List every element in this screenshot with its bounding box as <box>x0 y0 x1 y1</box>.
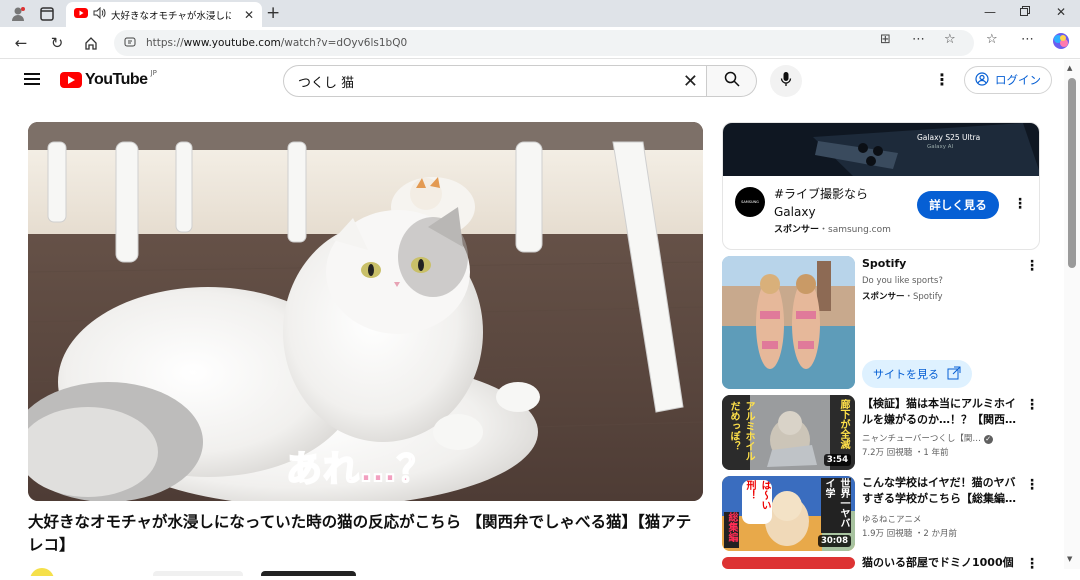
tab-title: 大好きなオモチャが水浸しになっ <box>111 10 231 22</box>
recommendation-title[interactable]: 【検証】猫は本当にアルミホイルを嫌がるのか…！？【関西… <box>862 396 1022 428</box>
video-caption: あれ…？ <box>285 448 435 491</box>
youtube-header: YouTube JP つくし 猫 ✕ ⋮ ログイン <box>0 60 1064 102</box>
sponsored-thumbnail[interactable] <box>722 256 855 389</box>
recommendation-thumbnail[interactable]: 総集編 は〜い刑！ 世界一ヤバイ学 30:08 <box>722 476 855 551</box>
extensions-icon[interactable]: ⋯ <box>912 32 925 47</box>
new-tab-icon[interactable]: + <box>266 3 280 23</box>
refresh-icon[interactable]: ↻ <box>46 33 68 53</box>
menu-icon[interactable] <box>24 73 40 85</box>
sponsored-sponsor: スポンサー・Spotify <box>862 290 943 302</box>
account-icon <box>975 71 989 89</box>
search-input[interactable]: つくし 猫 ✕ <box>283 65 707 97</box>
search-bar: つくし 猫 ✕ <box>283 65 757 97</box>
thumb-text-mid: は〜い刑！ <box>742 480 772 524</box>
thumb-text-right: 世界一ヤバイ学 <box>821 478 851 533</box>
settings-more-icon[interactable]: ⋯ <box>1021 32 1034 47</box>
recommendation-title[interactable]: 猫のいる部屋でドミノ1000個並 <box>862 555 1022 569</box>
app-available-icon[interactable]: ⊞ <box>880 32 891 47</box>
recommendation-thumbnail[interactable]: アルミホイル だめっぽ？ 廊下が全滅 3:54 <box>722 395 855 470</box>
video-duration: 3:54 <box>823 454 851 466</box>
recommendation-thumbnail[interactable] <box>722 557 855 569</box>
video-title: 大好きなオモチャが水浸しになっていた時の猫の反応がこちら 【関西弁でしゃべる猫】… <box>28 513 692 554</box>
recommendation-meta: 1.9万 回視聴 ・2 か月前 <box>862 529 958 539</box>
url-field[interactable]: https://www.youtube.com/watch?v=dOyv6ls1… <box>114 30 974 56</box>
ad-banner-title: Galaxy S25 Ultra <box>917 133 981 142</box>
voice-search-button[interactable] <box>770 65 802 97</box>
tab-close-icon[interactable]: ✕ <box>244 8 254 22</box>
logo-text: YouTube <box>85 71 148 88</box>
samsung-logo[interactable]: SAMSUNG <box>735 187 765 217</box>
sponsored-title[interactable]: Spotify <box>862 257 906 270</box>
sponsored-sponsor-name: ・Spotify <box>904 292 943 302</box>
tab-actions-icon[interactable] <box>37 4 57 24</box>
favorites-icon[interactable]: ☆ <box>986 32 998 47</box>
video-player[interactable]: あれ…？ <box>28 122 703 501</box>
ad-banner-subtitle: Galaxy AI <box>927 144 954 150</box>
clear-search-icon[interactable]: ✕ <box>683 71 698 92</box>
thumb-text-right: 廊下が全滅 <box>838 399 849 449</box>
recommendation-more-icon[interactable]: ⋮ <box>1025 556 1039 569</box>
back-icon[interactable]: ← <box>10 33 32 53</box>
search-query: つくし 猫 <box>298 75 355 91</box>
more-options-icon[interactable]: ⋮ <box>934 70 950 89</box>
thumb-text-left: アルミホイル だめっぽ？ <box>728 401 754 461</box>
visit-site-label: サイトを見る <box>873 368 939 381</box>
ad-sponsor-label: スポンサー <box>774 225 820 235</box>
youtube-play-icon <box>60 72 82 88</box>
search-button[interactable] <box>707 65 757 97</box>
close-window-icon[interactable]: ✕ <box>1056 5 1066 19</box>
recommendation-title[interactable]: こんな学校はイヤだ！猫のヤバすぎる学校がこちら【総集編… <box>862 475 1022 507</box>
logo-region: JP <box>150 69 157 77</box>
ad-banner[interactable]: Galaxy S25 Ultra Galaxy AI <box>723 123 1039 176</box>
maximize-icon[interactable] <box>1020 5 1030 19</box>
thumb-text-left: 総集編 <box>724 512 739 548</box>
url-prefix: https:// <box>146 37 184 49</box>
channel-name: ニャンチューバーつくし【関… <box>862 434 981 444</box>
favorite-star-icon[interactable]: ☆ <box>944 32 956 47</box>
ad-title[interactable]: #ライブ撮影なら Galaxy <box>774 185 904 221</box>
channel-row <box>28 561 703 580</box>
microphone-icon <box>780 71 792 91</box>
recommendation-channel[interactable]: ゆるねこアニメ <box>862 513 921 525</box>
ad-learn-more-button[interactable]: 詳しく見る <box>917 191 999 219</box>
url-domain: www.youtube.com <box>183 37 281 49</box>
login-label: ログイン <box>995 73 1041 87</box>
speaker-icon[interactable] <box>93 6 106 22</box>
scroll-down-icon[interactable]: ▼ <box>1067 555 1072 563</box>
verified-icon: ✓ <box>983 435 993 444</box>
copilot-icon[interactable] <box>1052 32 1070 54</box>
ad-card[interactable]: Galaxy S25 Ultra Galaxy AI SAMSUNG #ライブ撮… <box>722 122 1040 250</box>
search-icon <box>724 71 740 91</box>
home-icon[interactable] <box>80 33 102 53</box>
minimize-icon[interactable]: — <box>984 5 996 19</box>
external-link-icon <box>947 366 961 383</box>
sponsored-sponsor-label: スポンサー <box>862 292 905 302</box>
page-scrollbar[interactable]: ▲ ▼ <box>1064 60 1080 569</box>
recommendation-more-icon[interactable]: ⋮ <box>1025 397 1039 413</box>
youtube-favicon-icon <box>74 8 88 21</box>
ad-sponsor: スポンサー・samsung.com <box>774 222 891 235</box>
lock-icon[interactable] <box>124 36 136 51</box>
url-path: /watch?v=dOyv6ls1bQ0 <box>280 37 408 49</box>
address-bar: ← ↻ https://www.youtube.com/watch?v=dOyv… <box>0 27 1080 59</box>
scrollbar-thumb[interactable] <box>1068 78 1076 268</box>
ad-sponsor-domain: ・samsung.com <box>819 225 891 235</box>
tab-youtube[interactable]: 大好きなオモチャが水浸しになっ ✕ <box>66 2 262 27</box>
browser-tab-bar: 大好きなオモチャが水浸しになっ ✕ + — ✕ <box>0 0 1080 27</box>
login-button[interactable]: ログイン <box>964 66 1052 94</box>
recommendation-channel[interactable]: ニャンチューバーつくし【関… ✓ <box>862 432 993 444</box>
ad-more-icon[interactable]: ⋮ <box>1013 196 1027 212</box>
url-text: https://www.youtube.com/watch?v=dOyv6ls1… <box>146 37 407 49</box>
video-duration: 30:08 <box>817 535 851 547</box>
sponsored-more-icon[interactable]: ⋮ <box>1025 258 1039 274</box>
visit-site-button[interactable]: サイトを見る <box>862 360 972 388</box>
profile-icon[interactable] <box>8 4 28 24</box>
scroll-up-icon[interactable]: ▲ <box>1067 64 1072 72</box>
recommendation-meta: 7.2万 回視聴 ・1 年前 <box>862 448 949 458</box>
recommendation-more-icon[interactable]: ⋮ <box>1025 477 1039 493</box>
youtube-logo[interactable]: YouTube JP <box>60 69 157 89</box>
sponsored-description: Do you like sports? <box>862 276 943 286</box>
